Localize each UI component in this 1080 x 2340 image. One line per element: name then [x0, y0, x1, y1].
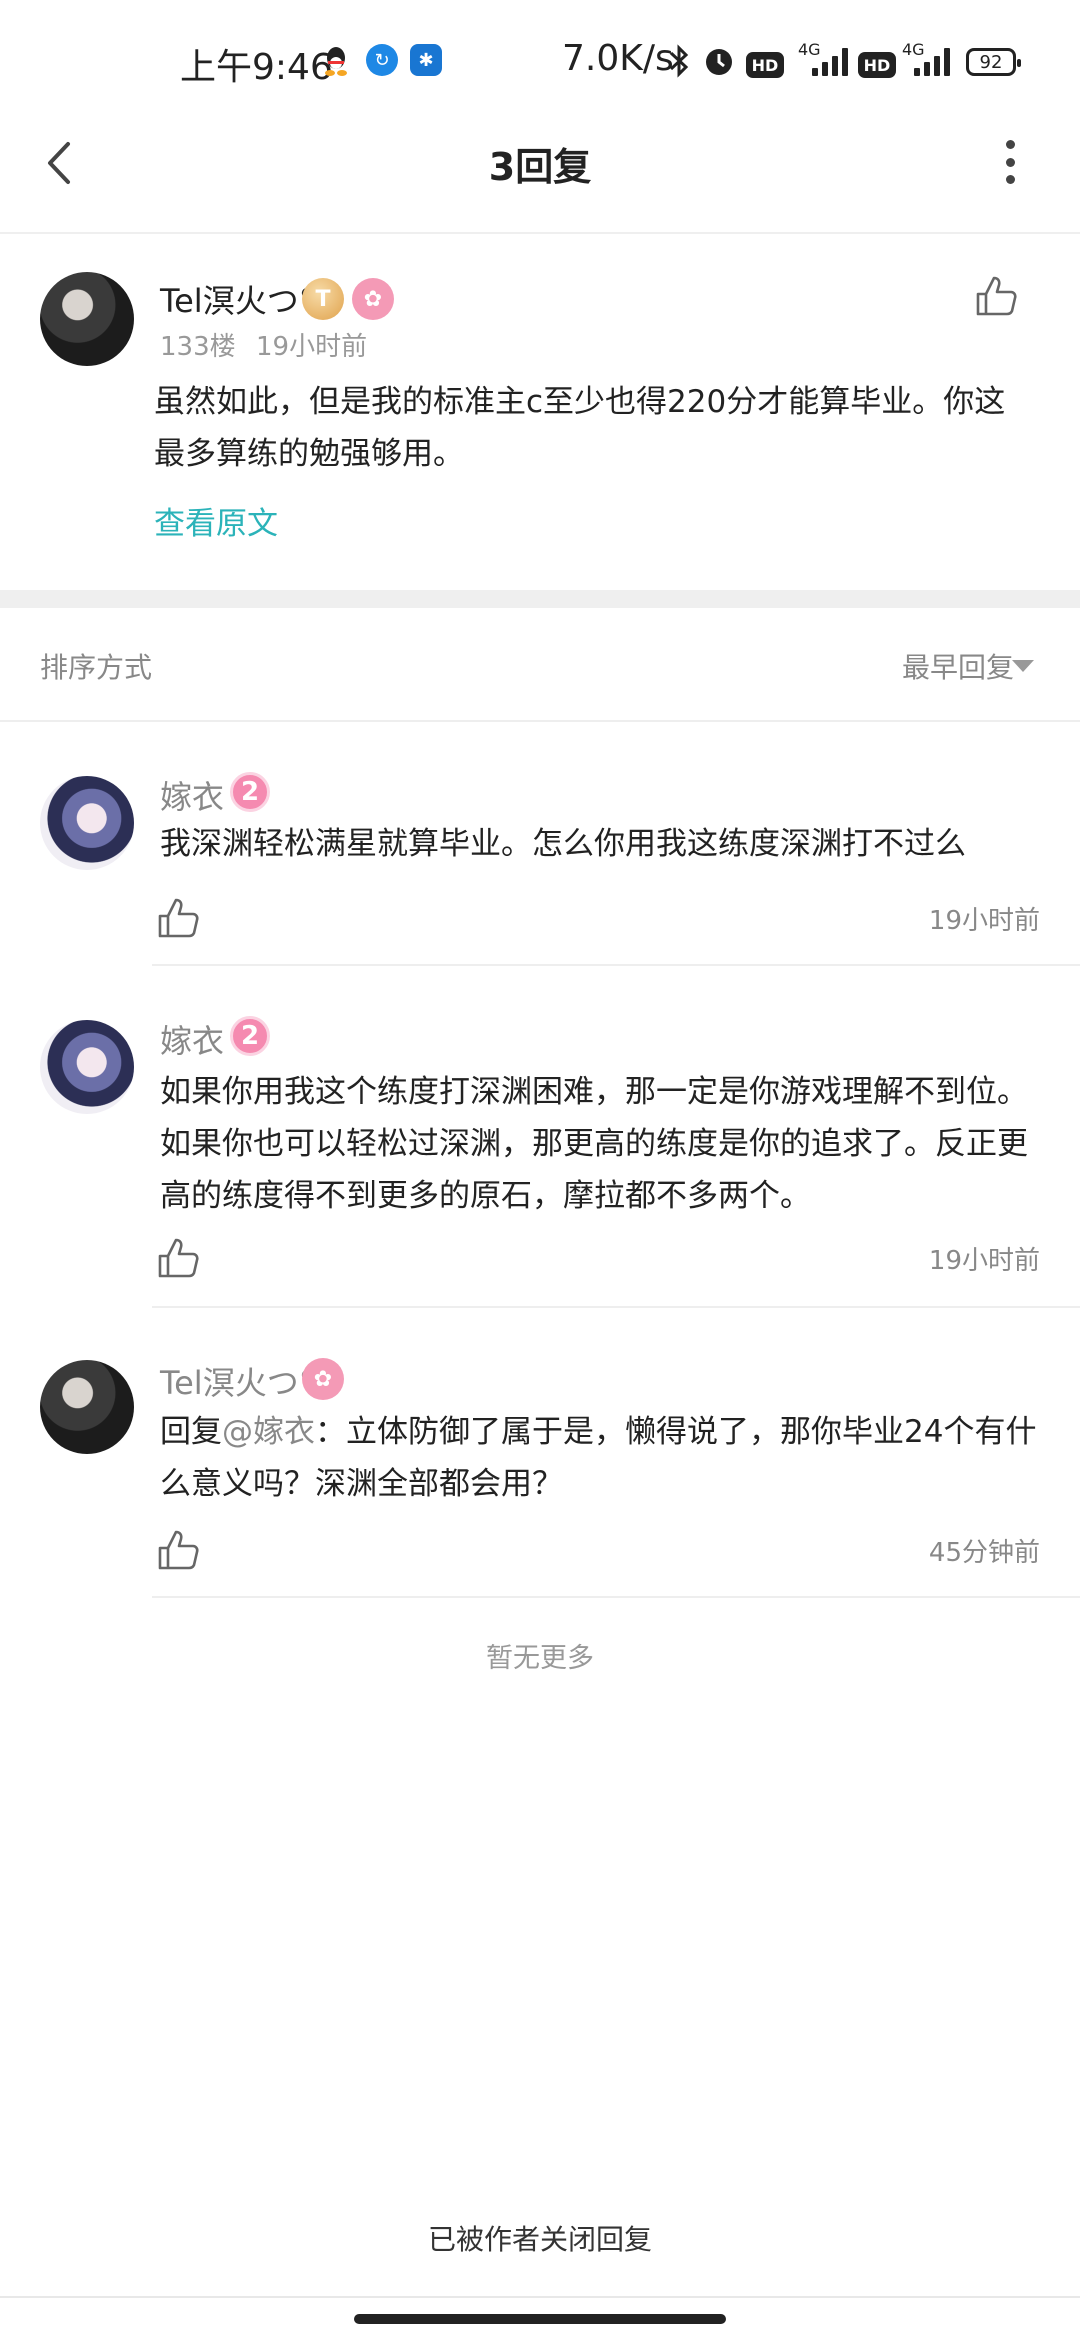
reply-time: 45分钟前	[928, 1538, 1040, 1568]
chevron-down-icon[interactable]	[1012, 660, 1034, 672]
hd-icon-2: HD	[858, 52, 896, 78]
level-badge-icon: T	[302, 278, 344, 320]
avatar[interactable]	[40, 1360, 134, 1454]
avatar[interactable]	[40, 272, 134, 366]
reply-divider	[152, 1306, 1080, 1308]
net-speed: 7.0K/s	[562, 38, 674, 79]
bottom-divider	[0, 2296, 1080, 2298]
replies-closed-notice: 已被作者关闭回复	[427, 2223, 652, 2256]
level-badge: 2	[230, 772, 270, 812]
status-bar: 上午9:46 ↻ ✱ 7.0K/s HD 4G HD 4G 92	[0, 0, 1080, 120]
like-icon[interactable]	[974, 274, 1018, 318]
hd-icon: HD	[746, 52, 784, 78]
app-notification-icon-2: ✱	[410, 44, 442, 76]
member-badge-icon: ✿	[302, 1358, 344, 1400]
mention-link[interactable]: @嫁衣	[222, 1414, 315, 1450]
app-notification-icon: ↻	[366, 44, 398, 76]
reply-author[interactable]: 嫁衣	[160, 772, 224, 818]
reply-prefix: 回复	[160, 1414, 222, 1450]
like-icon[interactable]	[156, 896, 200, 940]
view-original-link[interactable]: 查看原文	[154, 498, 278, 543]
post-time: 19小时前	[256, 332, 368, 362]
floor-number: 133楼	[160, 332, 236, 362]
main-post-author[interactable]: Tel溟火つ°	[160, 276, 315, 322]
reply-divider	[152, 964, 1080, 966]
battery-icon: 92	[966, 48, 1021, 76]
page-title: 3回复	[488, 145, 592, 189]
home-indicator[interactable]	[354, 2314, 726, 2324]
section-divider	[0, 590, 1080, 608]
reply-author[interactable]: 嫁衣	[160, 1016, 224, 1062]
reply-divider	[152, 1596, 1080, 1598]
member-badge-icon: ✿	[352, 278, 394, 320]
qq-icon	[320, 44, 352, 76]
reply-author[interactable]: Tel溟火つ°	[160, 1358, 315, 1404]
bluetooth-icon	[668, 44, 690, 82]
like-icon[interactable]	[156, 1236, 200, 1280]
main-post-content: 虽然如此，但是我的标准主c至少也得220分才能算毕业。你这最多算练的勉强够用。	[154, 384, 1006, 472]
status-time: 上午9:46	[180, 47, 333, 88]
reply-time: 19小时前	[928, 1246, 1040, 1276]
no-more-label: 暂无更多	[486, 1643, 594, 1674]
more-options-icon[interactable]	[1000, 140, 1020, 184]
avatar[interactable]	[40, 1020, 134, 1114]
reply-content-wrapper: 回复@嫁衣：立体防御了属于是，懒得说了，那你毕业24个有什么意义吗？深渊全部都会…	[160, 1406, 1040, 1510]
sort-label: 排序方式	[40, 651, 153, 684]
signal1-icon	[812, 46, 848, 76]
signal2-icon	[914, 46, 950, 76]
alarm-icon	[702, 44, 736, 82]
reply-time: 19小时前	[928, 906, 1040, 936]
sort-dropdown[interactable]: 最早回复	[902, 646, 1014, 686]
like-icon[interactable]	[156, 1528, 200, 1572]
level-badge: 2	[230, 1016, 270, 1056]
reply-content: 我深渊轻松满星就算毕业。怎么你用我这练度深渊打不过么	[160, 826, 966, 862]
avatar[interactable]	[40, 776, 134, 870]
reply-content: 如果你用我这个练度打深渊困难，那一定是你游戏理解不到位。如果你也可以轻松过深渊，…	[160, 1074, 1028, 1214]
